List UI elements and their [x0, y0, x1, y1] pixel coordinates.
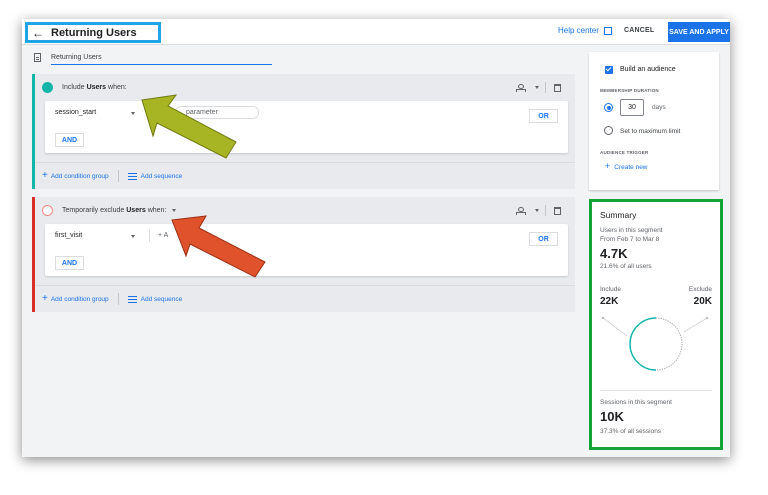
segment-name-input[interactable]: Returning Users: [51, 54, 272, 65]
include-dot-icon: [42, 82, 53, 93]
include-prefix: Include: [62, 84, 85, 91]
exclude-group-header: Temporarily exclude Users when:: [42, 205, 177, 216]
people-icon[interactable]: [515, 206, 526, 215]
segment-name-row: Returning Users: [32, 49, 575, 65]
exclude-condition-select[interactable]: first_visit: [55, 232, 82, 239]
segment-overlap-chart: [601, 316, 709, 371]
plus-icon: +: [42, 293, 48, 304]
people-icon[interactable]: [515, 83, 526, 92]
add-condition-group-button[interactable]: Add condition group: [51, 173, 109, 180]
divider: [545, 82, 546, 93]
exclude-or-button[interactable]: OR: [529, 232, 558, 246]
exclude-suffix: when:: [147, 207, 167, 214]
include-condition-card: session_start parameter OR AND: [45, 101, 568, 153]
audience-trigger-label: AUDIENCE TRIGGER: [600, 150, 649, 155]
date-range: From Feb 7 to Mar 8: [600, 236, 660, 243]
exclude-condition-group: Temporarily exclude Users when: first_vi…: [32, 197, 575, 312]
users-in-segment-label: Users in this segment From Feb 7 to Mar …: [600, 226, 663, 244]
exclude-add-parameter[interactable]: + A: [149, 229, 168, 242]
document-icon: [34, 53, 41, 62]
duration-unit: days: [652, 104, 666, 111]
exclude-dot-icon: [42, 205, 53, 216]
users-label: Users in this segment: [600, 227, 663, 234]
include-group-footer: + Add condition group Add sequence: [35, 162, 575, 189]
divider: [117, 170, 119, 182]
users-value: 4.7K: [600, 246, 628, 261]
chevron-down-icon[interactable]: [172, 209, 177, 212]
cancel-button[interactable]: CANCEL: [624, 27, 654, 34]
exclude-connector-dot: [705, 316, 709, 320]
max-limit-radio[interactable]: [604, 126, 613, 135]
exclude-group-footer: + Add condition group Add sequence: [35, 285, 575, 312]
add-sequence-button[interactable]: Add sequence: [141, 173, 183, 180]
segment-builder-window: ← Returning Users Help center CANCEL SAV…: [22, 19, 730, 457]
top-bar: ← Returning Users Help center CANCEL SAV…: [22, 19, 730, 45]
include-arc: [629, 317, 657, 371]
include-or-button[interactable]: OR: [529, 109, 558, 123]
include-group-header: Include Users when:: [42, 82, 127, 93]
arrow-left-icon[interactable]: ←: [32, 27, 44, 39]
title-highlight: ← Returning Users: [25, 22, 161, 43]
max-limit-label: Set to maximum limit: [620, 128, 681, 135]
exclude-connector: [683, 317, 708, 333]
page-title: Returning Users: [51, 26, 137, 39]
add-condition-group-button[interactable]: Add condition group: [51, 296, 109, 303]
divider: [117, 293, 119, 305]
exclude-condition-card: first_visit + A OR AND: [45, 224, 568, 276]
chevron-down-icon[interactable]: [131, 112, 135, 115]
exclude-arc: [655, 317, 683, 371]
open-in-new-icon: [603, 26, 612, 35]
exclude-label: Exclude: [688, 286, 712, 293]
list-icon: [127, 172, 137, 180]
add-sequence-button[interactable]: Add sequence: [141, 296, 183, 303]
trash-icon[interactable]: [554, 83, 561, 92]
include-connector: [602, 317, 628, 337]
audience-panel: Build an audience MEMBERSHIP DURATION 30…: [589, 52, 719, 190]
include-and-button[interactable]: AND: [55, 133, 84, 147]
summary-title: Summary: [600, 210, 637, 220]
include-condition-group: Include Users when: session_start parame…: [32, 74, 575, 189]
sessions-value: 10K: [600, 409, 624, 424]
chevron-down-icon[interactable]: [535, 209, 539, 212]
include-keyword[interactable]: Users: [87, 84, 106, 91]
help-center-link[interactable]: Help center: [558, 26, 612, 35]
membership-duration-label: MEMBERSHIP DURATION: [600, 88, 659, 93]
segment-editor: Returning Users Include Users when: sess…: [32, 49, 575, 457]
include-condition-select[interactable]: session_start: [55, 109, 96, 116]
plus-icon: +: [605, 161, 611, 171]
include-group-actions: [515, 82, 561, 93]
exclude-group-actions: [515, 205, 561, 216]
include-label: Include: [600, 286, 621, 293]
exclude-prefix: Temporarily exclude: [62, 207, 125, 214]
plus-icon: +: [42, 170, 48, 181]
duration-days-radio[interactable]: [604, 103, 613, 112]
include-suffix: when:: [108, 84, 127, 91]
create-new-label: Create new: [614, 164, 648, 171]
create-new-trigger-button[interactable]: + Create new: [605, 161, 648, 171]
summary-divider: [600, 390, 712, 391]
exclude-and-button[interactable]: AND: [55, 256, 84, 270]
build-audience-label: Build an audience: [620, 66, 676, 73]
exclude-keyword[interactable]: Users: [126, 207, 145, 214]
chevron-down-icon[interactable]: [535, 86, 539, 89]
chevron-down-icon[interactable]: [131, 235, 135, 238]
divider: [545, 205, 546, 216]
list-icon: [127, 295, 137, 303]
save-and-apply-button[interactable]: SAVE AND APPLY: [668, 22, 730, 42]
help-center-label: Help center: [558, 26, 599, 35]
include-connector-dot: [601, 316, 605, 320]
summary-panel: Summary Users in this segment From Feb 7…: [589, 199, 723, 450]
duration-input[interactable]: 30: [620, 99, 644, 116]
trash-icon[interactable]: [554, 206, 561, 215]
users-percentage: 21.6% of all users: [600, 263, 652, 270]
sessions-percentage: 37.3% of all sessions: [600, 428, 662, 435]
sessions-label: Sessions in this segment: [600, 399, 672, 406]
build-audience-checkbox[interactable]: [605, 66, 613, 74]
include-parameter-chip[interactable]: parameter: [175, 106, 259, 119]
